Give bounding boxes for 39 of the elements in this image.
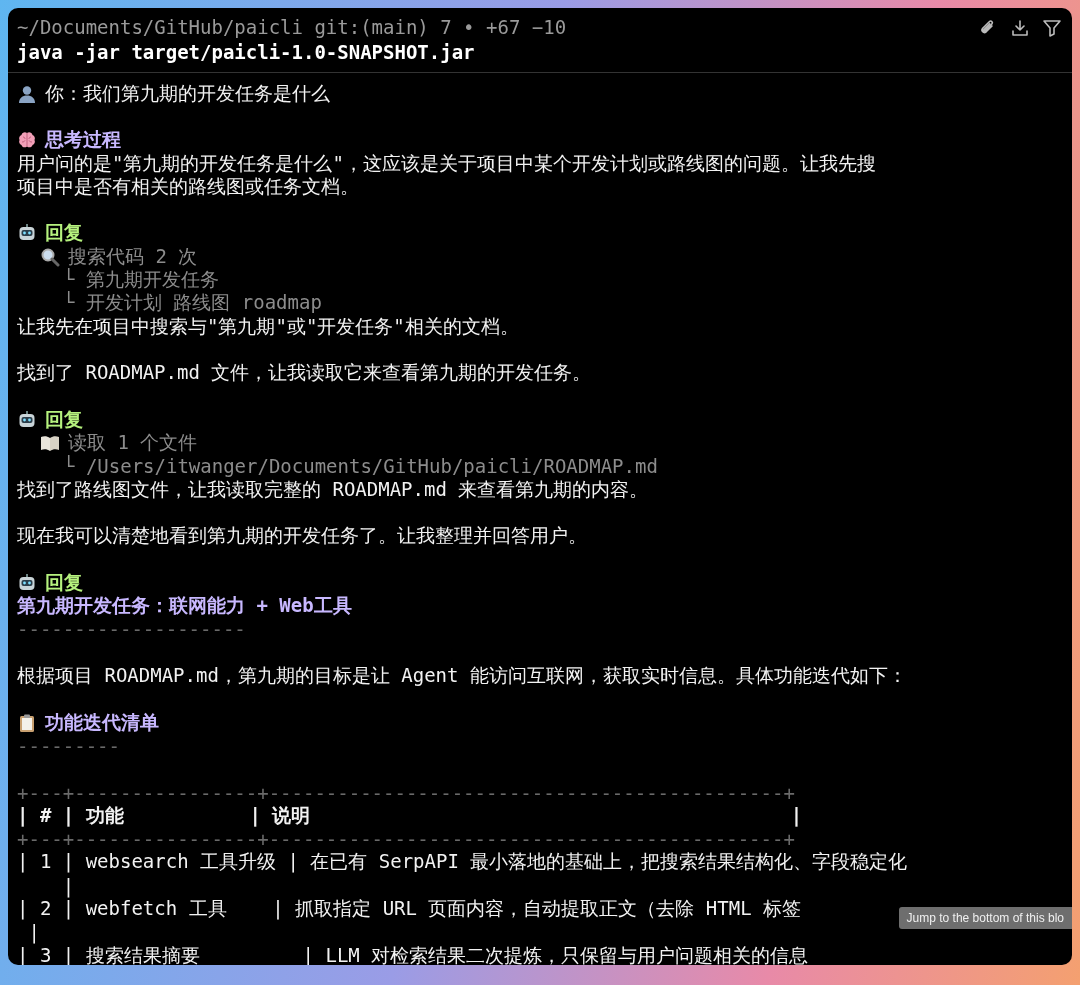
answer-title: 第九期开发任务：联网能力 + Web工具 bbox=[17, 593, 352, 619]
table-row-line: | bbox=[27, 921, 40, 944]
tool-argument: └ 开发计划 路线图 roadmap bbox=[63, 290, 322, 316]
reply-heading: 回复 bbox=[45, 406, 83, 432]
dash-rule: -------------------- bbox=[17, 618, 246, 641]
tooltip: Jump to the bottom of this blo bbox=[898, 907, 1072, 929]
tool-call-line: 搜索代码 2 次 bbox=[68, 243, 198, 268]
output-line: 用户问的是"第九期的开发任务是什么"，这应该是关于项目中某个开发计划或路线图的问题。让我先搜 bbox=[17, 150, 876, 176]
user-prompt: 你：我们第九期的开发任务是什么 bbox=[45, 80, 330, 106]
output-line: 找到了路线图文件，让我读取完整的 ROADMAP.md 来查看第九期的内容。 bbox=[17, 477, 649, 502]
output-line: 找到了 ROADMAP.md 文件，让我读取它来查看第九期的开发任务。 bbox=[17, 360, 592, 386]
robot-icon bbox=[17, 572, 37, 593]
output-line: 现在我可以清楚地看到第九期的开发任务了。让我整理并回答用户。 bbox=[17, 523, 587, 549]
reply-heading: 回复 bbox=[45, 220, 83, 246]
reply-heading: 回复 bbox=[45, 569, 83, 595]
tool-argument: └ 第九期开发任务 bbox=[63, 267, 219, 291]
table-header-row: | # | 功能 | 说明 | bbox=[17, 802, 803, 829]
output-line: 根据项目 ROADMAP.md，第九期的目标是让 Agent 能访问互联网，获取实时信息。具体功能迭代如下： bbox=[17, 663, 907, 689]
thinking-heading: 思考过程 bbox=[45, 127, 121, 153]
tool-argument: └ /Users/itwanger/Documents/GitHub/paicli/ROADMAP.md bbox=[63, 455, 658, 478]
open-book-icon bbox=[40, 433, 60, 454]
search-icon bbox=[40, 246, 60, 267]
person-icon bbox=[17, 83, 37, 104]
clipboard-icon bbox=[17, 712, 37, 733]
filter-icon[interactable] bbox=[1042, 18, 1062, 38]
robot-icon bbox=[17, 409, 37, 430]
tool-call-line: 读取 1 个文件 bbox=[68, 430, 198, 455]
output-line: 让我先在项目中搜索与"第九期"或"开发任务"相关的文档。 bbox=[17, 313, 519, 339]
command-line: java -jar target/paicli-1.0-SNAPSHOT.jar bbox=[17, 40, 476, 65]
table-row-line: | bbox=[61, 874, 75, 897]
table-border-line: +---+----------------+---------------------------------------------+ bbox=[17, 828, 795, 851]
table-row-line: | 1 | websearch 工具升级 | 在已有 SerpAPI 最小落地的基础上，把搜索结果结构化、字段稳定化 bbox=[17, 849, 908, 875]
dash-rule: --------- bbox=[17, 734, 120, 757]
prompt-path: ~/Documents/GitHub/paicli git:(main) 7 • +67 −10 bbox=[17, 16, 567, 39]
output-line: 项目中是否有相关的路线图或任务文档。 bbox=[17, 173, 359, 199]
section-heading: 功能迭代清单 bbox=[45, 709, 159, 735]
table-border-line: +---+----------------+---------------------------------------------+ bbox=[17, 781, 795, 804]
download-icon[interactable] bbox=[1010, 18, 1030, 38]
table-row-line: | 2 | webfetch 工具 | 抓取指定 URL 页面内容，自动提取正文（去除 HTML 标签 bbox=[17, 897, 802, 922]
